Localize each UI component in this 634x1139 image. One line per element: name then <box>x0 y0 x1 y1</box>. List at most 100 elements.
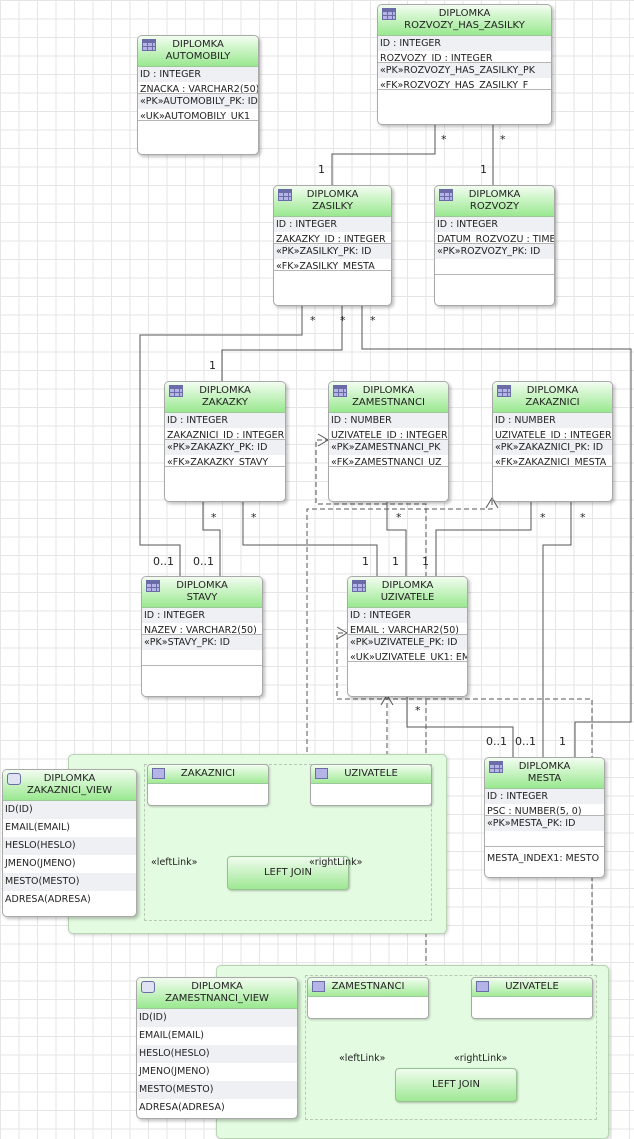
constraint-row[interactable]: «FK»ZAMESTNANCI_UZ <box>329 455 448 466</box>
query-table-name: ZAMESTNANCI <box>331 981 405 992</box>
relationship-rozvozy_has_zasilky-zasilky[interactable] <box>331 123 436 185</box>
table-stavy[interactable]: DIPLOMKA STAVY ID : INTEGER NAZEV : VARCHAR… <box>141 576 263 697</box>
table-mesta[interactable]: DIPLOMKA MESTA ID : INTEGER PSC : NUMBER(5,… <box>484 757 605 878</box>
relationship-zakaznici-mesta[interactable] <box>542 500 572 757</box>
column-row[interactable]: UZIVATELE_ID : INTEGER <box>493 428 612 439</box>
column-row[interactable]: ZAKAZNICI_ID : INTEGER <box>165 428 285 439</box>
query-table-zamestnanci[interactable]: ZAMESTNANCI <box>307 977 429 1019</box>
constraint-row[interactable]: «FK»ZASILKY_MESTA <box>274 259 391 270</box>
column-row[interactable]: NAZEV : VARCHAR2(50) <box>142 623 262 634</box>
table-rozvozy-has-zasilky[interactable]: DIPLOMKA ROZVOZY_HAS_ZASILKY ID : INTEGER R… <box>377 4 552 125</box>
view-column[interactable]: HESLO(HESLO) <box>3 837 136 855</box>
join-node[interactable]: LEFT JOIN <box>395 1068 517 1102</box>
table-name: AUTOMOBILY <box>165 51 231 62</box>
column-row[interactable]: ID : INTEGER <box>378 36 551 51</box>
table-icon <box>352 580 366 592</box>
view-column[interactable]: ID(ID) <box>3 801 136 819</box>
table-header[interactable]: DIPLOMKA ZAMESTNANCI_VIEW <box>137 978 297 1009</box>
table-automobily[interactable]: DIPLOMKA AUTOMOBILY ID : INTEGER ZNACKA : V… <box>137 35 259 155</box>
table-header[interactable]: DIPLOMKA ZAKAZNICI_VIEW <box>3 770 136 801</box>
table-zakazky[interactable]: DIPLOMKA ZAKAZKY ID : INTEGER ZAKAZNICI_ID … <box>164 381 286 502</box>
constraint-row[interactable]: «PK»ROZVOZY_HAS_ZASILKY_PK <box>378 63 551 78</box>
column-row[interactable]: ROZVOZY_ID : INTEGER <box>378 51 551 62</box>
query-table-zakaznici[interactable]: ZAKAZNICI <box>147 764 269 806</box>
table-shortcut-icon <box>476 981 489 992</box>
target-multiplicity: 1 <box>362 555 369 568</box>
constraint-row[interactable]: «PK»MESTA_PK: ID <box>485 816 604 831</box>
view-column[interactable]: ID(ID) <box>137 1009 297 1027</box>
table-header[interactable]: DIPLOMKA STAVY <box>142 577 262 608</box>
view-zamestnanci-view[interactable]: DIPLOMKA ZAMESTNANCI_VIEW ID(ID) EMAIL(EMAI… <box>136 977 298 1119</box>
column-row[interactable]: ID : INTEGER <box>142 608 262 623</box>
constraint-row[interactable]: «FK»ZAKAZKY_STAVY <box>165 455 285 466</box>
table-header[interactable]: DIPLOMKA ZAKAZKY <box>165 382 285 413</box>
column-row[interactable]: ID : INTEGER <box>274 217 391 232</box>
table-header[interactable]: DIPLOMKA ROZVOZY <box>435 186 554 217</box>
column-row[interactable]: ID : INTEGER <box>435 217 554 232</box>
constraint-row[interactable]: «PK»ZAMESTNANCI_PK <box>329 440 448 455</box>
view-column[interactable]: JMENO(JMENO) <box>137 1063 297 1081</box>
constraint-row[interactable]: «PK»ZASILKY_PK: ID <box>274 244 391 259</box>
query-table-uzivatele[interactable]: UZIVATELE <box>310 764 432 806</box>
table-zasilky[interactable]: DIPLOMKA ZASILKY ID : INTEGER ZAKAZKY_ID : … <box>273 185 392 306</box>
constraint-row[interactable]: «UK»AUTOMOBILY_UK1 <box>138 109 258 120</box>
section-divider <box>329 466 448 467</box>
table-name: ZAKAZKY <box>201 397 249 408</box>
view-zakaznici-view[interactable]: DIPLOMKA ZAKAZNICI_VIEW ID(ID) EMAIL(EMAIL)… <box>2 769 137 917</box>
view-column[interactable]: MESTO(MESTO) <box>137 1081 297 1099</box>
table-header[interactable]: DIPLOMKA ROZVOZY_HAS_ZASILKY <box>378 5 551 36</box>
right-link-label: «rightLink» <box>454 1053 508 1064</box>
table-rozvozy[interactable]: DIPLOMKA ROZVOZY ID : INTEGER DATUM_ROZVOZU… <box>434 185 555 306</box>
column-row[interactable]: ZAKAZKY_ID : INTEGER <box>274 232 391 243</box>
table-zamestnanci[interactable]: DIPLOMKA ZAMESTNANCI ID : NUMBER UZIVATELE_… <box>328 381 449 502</box>
table-header[interactable]: DIPLOMKA MESTA <box>485 758 604 789</box>
column-row[interactable]: ID : INTEGER <box>138 67 258 82</box>
view-column[interactable]: HESLO(HESLO) <box>137 1045 297 1063</box>
table-zakaznici[interactable]: DIPLOMKA ZAKAZNICI ID : NUMBER UZIVATELE_ID… <box>492 381 613 502</box>
view-column[interactable]: MESTO(MESTO) <box>3 873 136 891</box>
constraint-row[interactable]: «PK»ROZVOZY_PK: ID <box>435 244 554 259</box>
section-divider <box>378 89 551 90</box>
column-row[interactable]: ID : NUMBER <box>493 413 612 428</box>
query-table-uzivatele[interactable]: UZIVATELE <box>471 977 593 1019</box>
relationship-zasilky-zakazky[interactable] <box>221 304 343 381</box>
column-row[interactable]: PSC : NUMBER(5, 0) <box>485 804 604 815</box>
table-header[interactable]: DIPLOMKA AUTOMOBILY <box>138 36 258 67</box>
constraint-row[interactable]: «PK»UZIVATELE_PK: ID <box>348 635 467 650</box>
left-link-label: «leftLink» <box>151 857 198 868</box>
view-column[interactable]: EMAIL(EMAIL) <box>3 819 136 837</box>
constraint-row[interactable]: «PK»ZAKAZNICI_PK: ID <box>493 440 612 455</box>
constraint-row[interactable]: «PK»ZAKAZKY_PK: ID <box>165 440 285 455</box>
source-multiplicity: * <box>441 133 447 146</box>
column-row[interactable]: ID : NUMBER <box>329 413 448 428</box>
constraint-row[interactable]: «FK»ZAKAZNICI_MESTA <box>493 455 612 466</box>
view-column[interactable]: ADRESA(ADRESA) <box>137 1099 297 1117</box>
table-uzivatele[interactable]: DIPLOMKA UZIVATELE ID : INTEGER EMAIL : VAR… <box>347 576 468 697</box>
column-row[interactable]: ID : INTEGER <box>165 413 285 428</box>
table-header[interactable]: DIPLOMKA ZASILKY <box>274 186 391 217</box>
table-header[interactable]: DIPLOMKA ZAMESTNANCI <box>329 382 448 413</box>
column-row[interactable]: ID : INTEGER <box>485 789 604 804</box>
column-row[interactable]: ZNACKA : VARCHAR2(50) <box>138 82 258 93</box>
target-multiplicity: 0..1 <box>193 555 214 568</box>
relationship-zakaznici-uzivatele[interactable] <box>435 500 532 576</box>
relationship-zakazky-uzivatele[interactable] <box>242 500 378 576</box>
schema-name: DIPLOMKA <box>438 8 491 19</box>
view-column[interactable]: EMAIL(EMAIL) <box>137 1027 297 1045</box>
column-row[interactable]: EMAIL : VARCHAR2(50) <box>348 623 467 634</box>
view-column[interactable]: ADRESA(ADRESA) <box>3 891 136 909</box>
view-column[interactable]: JMENO(JMENO) <box>3 855 136 873</box>
schema-name: DIPLOMKA <box>172 39 224 50</box>
constraint-row[interactable]: «FK»ROZVOZY_HAS_ZASILKY_F <box>378 78 551 89</box>
table-icon <box>333 385 347 397</box>
column-row[interactable]: DATUM_ROZVOZU : TIMESTAMP <box>435 232 554 243</box>
table-header[interactable]: DIPLOMKA UZIVATELE <box>348 577 467 608</box>
constraint-row[interactable]: «PK»STAVY_PK: ID <box>142 635 262 650</box>
constraint-row[interactable]: «UK»UZIVATELE_UK1: EMAIL <box>348 650 467 661</box>
column-row[interactable]: ID : INTEGER <box>348 608 467 623</box>
query-table-name: UZIVATELE <box>344 768 398 779</box>
index-row[interactable]: MESTA_INDEX1: MESTO <box>485 851 604 866</box>
constraint-row[interactable]: «PK»AUTOMOBILY_PK: ID <box>138 94 258 109</box>
table-header[interactable]: DIPLOMKA ZAKAZNICI <box>493 382 612 413</box>
column-row[interactable]: UZIVATELE_ID : INTEGER <box>329 428 448 439</box>
